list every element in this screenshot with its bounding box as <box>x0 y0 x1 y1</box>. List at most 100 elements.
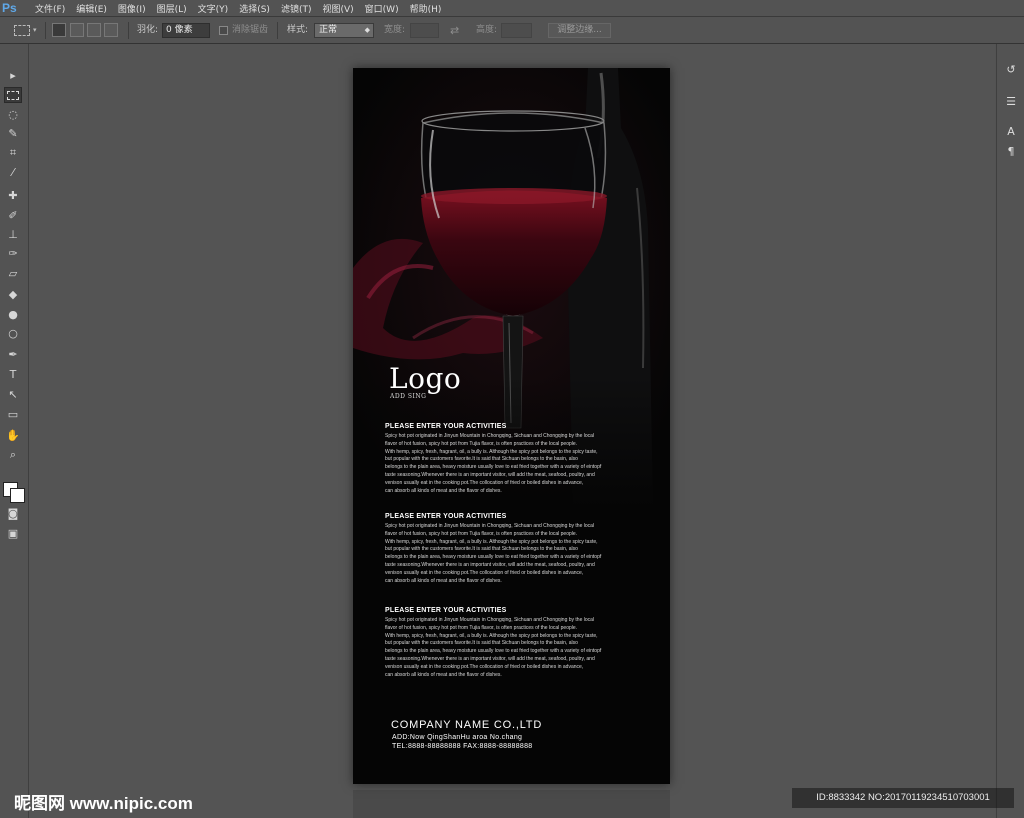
height-label: 高度: <box>476 25 498 35</box>
properties-panel-icon[interactable]: ☰ <box>1003 94 1019 110</box>
style-label: 样式: <box>287 25 309 35</box>
activity-line: taste seasoning.Whenever there is an imp… <box>385 561 595 568</box>
activity-line: belongs to the plain area, heavy moistur… <box>385 554 602 561</box>
activity-line: taste seasoning.Whenever there is an imp… <box>385 655 595 662</box>
style-select[interactable]: 正常 ◆ <box>314 23 374 38</box>
activity-line: but popular with the customers favorite.… <box>385 546 578 553</box>
antialias-label: 消除锯齿 <box>232 25 269 35</box>
activity-line: flavor of hot fusion, spicy hot pot from… <box>385 624 578 631</box>
brush-icon[interactable]: ✐ <box>4 208 22 224</box>
menu-select[interactable]: 选择(S) <box>239 2 270 15</box>
menu-filter[interactable]: 滤镜(T) <box>281 2 312 15</box>
activity-line: can absorb all kinds of meat and the fla… <box>385 487 502 494</box>
activity-line: flavor of hot fusion, spicy hot pot from… <box>385 440 578 447</box>
activity-line: With hemp, spicy, fresh, fragrant, oil, … <box>385 632 598 639</box>
new-selection-icon[interactable] <box>52 23 66 37</box>
activity-line: venison usually eat in the cooking pot.T… <box>385 479 584 486</box>
lasso-icon[interactable]: ◌ <box>4 107 22 123</box>
crop-icon[interactable]: ⌗ <box>4 145 22 161</box>
nipic-watermark: 昵图网 www.nipic.com <box>14 794 193 813</box>
shape-icon[interactable]: ▭ <box>4 407 22 423</box>
activity-line: venison usually eat in the cooking pot.T… <box>385 663 584 670</box>
company-address: ADD:Now QingShanHu aroa No.chang <box>392 734 523 741</box>
preset-dropdown-icon[interactable]: ▾ <box>33 23 37 38</box>
options-bar: ▾ 羽化: 0 像素 消除锯齿 样式: 正常 ◆ 宽度: ⇄ 高度: 调整边缘.… <box>0 16 1024 44</box>
intersect-selection-icon[interactable] <box>104 23 118 37</box>
activity-block-2: PLEASE ENTER YOUR ACTIVITIES Spicy hot p… <box>385 513 625 585</box>
menu-layer[interactable]: 图层(L) <box>157 2 187 15</box>
marquee-icon[interactable] <box>4 87 22 103</box>
dodge-icon[interactable]: ○ <box>4 326 22 342</box>
tools-panel: ▸ ◌ ✎ ⌗ ⁄ ✚ ✐ ⊥ ✑ ▱ ◆ ● ○ ✒ T ↖ ▭ ✋ ⌕ ◙ … <box>0 44 29 818</box>
paragraph-panel-icon[interactable]: ¶ <box>1003 144 1019 160</box>
subtract-selection-icon[interactable] <box>87 23 101 37</box>
swap-icon[interactable]: ⇄ <box>450 23 459 38</box>
marquee-preset-icon[interactable] <box>14 25 30 36</box>
feather-input[interactable]: 0 像素 <box>162 23 210 38</box>
zoom-icon[interactable]: ⌕ <box>4 447 22 463</box>
menu-view[interactable]: 视图(V) <box>322 2 353 15</box>
antialias-checkbox[interactable] <box>219 26 228 35</box>
menu-edit[interactable]: 编辑(E) <box>76 2 107 15</box>
activity-line: With hemp, spicy, fresh, fragrant, oil, … <box>385 448 598 455</box>
activity-line: can absorb all kinds of meat and the fla… <box>385 671 502 678</box>
activity-line: taste seasoning.Whenever there is an imp… <box>385 471 595 478</box>
activity-line: flavor of hot fusion, spicy hot pot from… <box>385 530 578 537</box>
history-brush-icon[interactable]: ✑ <box>4 246 22 262</box>
activity-line: Spicy hot pot originated in Jinyun Mount… <box>385 523 595 529</box>
pen-icon[interactable]: ✒ <box>4 347 22 363</box>
eraser-icon[interactable]: ▱ <box>4 266 22 282</box>
character-panel-icon[interactable]: A <box>1003 124 1019 140</box>
activity-line: With hemp, spicy, fresh, fragrant, oil, … <box>385 538 598 545</box>
activity-line: Spicy hot pot originated in Jinyun Mount… <box>385 433 595 439</box>
activity-line: but popular with the customers favorite.… <box>385 640 578 647</box>
activity-block-3: PLEASE ENTER YOUR ACTIVITIES Spicy hot p… <box>385 607 625 679</box>
company-name: COMPANY NAME CO.,LTD <box>391 719 543 731</box>
activity-block-1: PLEASE ENTER YOUR ACTIVITIES Spicy hot p… <box>385 423 625 495</box>
logo-subtitle: ADD SING <box>390 393 427 400</box>
document-canvas[interactable]: Logo ADD SING PLEASE ENTER YOUR ACTIVITI… <box>353 68 670 784</box>
menu-type[interactable]: 文字(Y) <box>198 2 229 15</box>
menu-window[interactable]: 窗口(W) <box>365 2 399 15</box>
refine-edge-button[interactable]: 调整边缘... <box>548 23 611 38</box>
clone-stamp-icon[interactable]: ⊥ <box>4 227 22 243</box>
screen-mode-icon[interactable]: ▣ <box>4 526 22 542</box>
hand-icon[interactable]: ✋ <box>4 428 22 444</box>
menu-help[interactable]: 帮助(H) <box>410 2 442 15</box>
company-phone: TEL:8888-88888888 FAX:8888-88888888 <box>392 743 533 750</box>
menu-file[interactable]: 文件(F) <box>35 2 65 15</box>
width-input[interactable] <box>410 23 439 38</box>
right-panel-dock: ↺ ☰ A ¶ <box>996 44 1024 818</box>
activity-line: but popular with the customers favorite.… <box>385 456 578 463</box>
menu-bar: Ps 文件(F) 编辑(E) 图像(I) 图层(L) 文字(Y) 选择(S) 滤… <box>0 0 1024 16</box>
eyedropper-icon[interactable]: ⁄ <box>4 165 22 181</box>
activity-line: belongs to the plain area, heavy moistur… <box>385 648 602 655</box>
quick-select-icon[interactable]: ✎ <box>4 126 22 142</box>
feather-label: 羽化: <box>137 25 159 35</box>
activity-line: belongs to the plain area, heavy moistur… <box>385 464 602 471</box>
width-label: 宽度: <box>384 25 406 35</box>
type-icon[interactable]: T <box>4 367 22 383</box>
logo-text: Logo <box>389 362 462 395</box>
move-icon[interactable]: ▸ <box>4 68 22 84</box>
activity-title: PLEASE ENTER YOUR ACTIVITIES <box>385 513 507 520</box>
activity-line: can absorb all kinds of meat and the fla… <box>385 577 502 584</box>
paint-bucket-icon[interactable]: ◆ <box>4 287 22 303</box>
image-id-watermark: ID:8833342 NO:20170119234510703001 <box>792 788 1014 808</box>
chevron-updown-icon: ◆ <box>364 26 370 34</box>
activity-line: venison usually eat in the cooking pot.T… <box>385 569 584 576</box>
healing-brush-icon[interactable]: ✚ <box>4 188 22 204</box>
canvas-pasteboard <box>353 790 670 818</box>
add-selection-icon[interactable] <box>70 23 84 37</box>
height-input[interactable] <box>501 23 532 38</box>
quick-mask-icon[interactable]: ◙ <box>4 506 22 522</box>
activity-title: PLEASE ENTER YOUR ACTIVITIES <box>385 607 507 614</box>
activity-line: Spicy hot pot originated in Jinyun Mount… <box>385 617 595 623</box>
background-color-swatch[interactable] <box>10 488 25 503</box>
path-select-icon[interactable]: ↖ <box>4 387 22 403</box>
style-select-value: 正常 <box>319 25 338 35</box>
history-panel-icon[interactable]: ↺ <box>1003 62 1019 78</box>
photoshop-logo: Ps <box>2 1 17 15</box>
menu-image[interactable]: 图像(I) <box>118 2 146 15</box>
blur-icon[interactable]: ● <box>4 307 22 323</box>
